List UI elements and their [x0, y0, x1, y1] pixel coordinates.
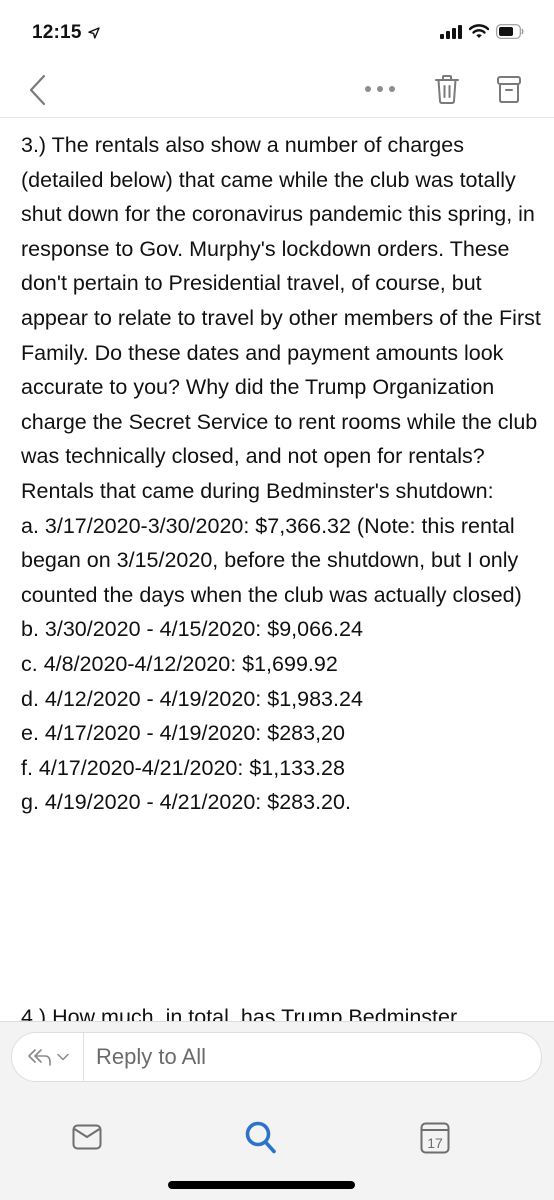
chevron-down-icon — [56, 1053, 69, 1061]
rental-item-f: f. 4/17/2020-4/21/2020: $1,133.28 — [21, 755, 345, 780]
tab-search[interactable] — [244, 1120, 278, 1156]
location-arrow-icon — [87, 27, 100, 39]
reply-box — [11, 1032, 542, 1082]
calendar-day-text: 17 — [427, 1135, 443, 1151]
paragraph-4-clipped: 4.) How much, in total, has Trump Bedmin… — [21, 1003, 541, 1021]
status-time: 12:15 — [32, 22, 100, 44]
rental-item-b: b. 3/30/2020 - 4/15/2020: $9,066.24 — [21, 617, 363, 642]
reply-mode-selector[interactable] — [12, 1033, 84, 1081]
rental-item-g: g. 4/19/2020 - 4/21/2020: $283.20. — [21, 790, 351, 815]
back-button[interactable] — [26, 74, 50, 106]
battery-icon — [496, 24, 524, 39]
home-indicator[interactable] — [168, 1181, 355, 1189]
search-icon — [245, 1121, 276, 1154]
reply-input[interactable] — [84, 1044, 541, 1070]
tab-mail[interactable] — [72, 1124, 102, 1150]
rentals-heading: Rentals that came during Bedminster's sh… — [21, 478, 494, 503]
chevron-left-icon — [29, 74, 46, 106]
ellipsis-icon — [365, 86, 395, 92]
status-bar: 12:15 — [0, 0, 554, 58]
archive-icon — [497, 76, 521, 103]
paragraph-3: 3.) The rentals also show a number of ch… — [21, 133, 541, 469]
message-toolbar — [0, 58, 554, 118]
wifi-icon — [469, 24, 489, 38]
paragraph-4-text: 4.) How much, in total, has Trump Bedmin… — [21, 1005, 458, 1021]
delete-button[interactable] — [430, 72, 464, 106]
cellular-signal-icon — [440, 24, 462, 39]
more-button[interactable] — [362, 82, 402, 96]
status-indicators — [440, 24, 524, 39]
archive-button[interactable] — [492, 72, 526, 106]
trash-icon — [435, 75, 459, 104]
rental-item-a: a. 3/17/2020-3/30/2020: $7,366.32 (Note:… — [21, 513, 522, 607]
rental-item-e: e. 4/17/2020 - 4/19/2020: $283,20 — [21, 721, 345, 746]
tab-calendar[interactable]: 17 — [420, 1122, 450, 1154]
email-body: 3.) The rentals also show a number of ch… — [21, 128, 541, 820]
reply-all-icon — [27, 1049, 51, 1066]
rental-item-d: d. 4/12/2020 - 4/19/2020: $1,983.24 — [21, 686, 363, 711]
mail-icon — [72, 1124, 102, 1150]
rental-item-c: c. 4/8/2020-4/12/2020: $1,699.92 — [21, 651, 338, 676]
clock-text: 12:15 — [32, 22, 82, 43]
calendar-icon: 17 — [420, 1122, 450, 1154]
